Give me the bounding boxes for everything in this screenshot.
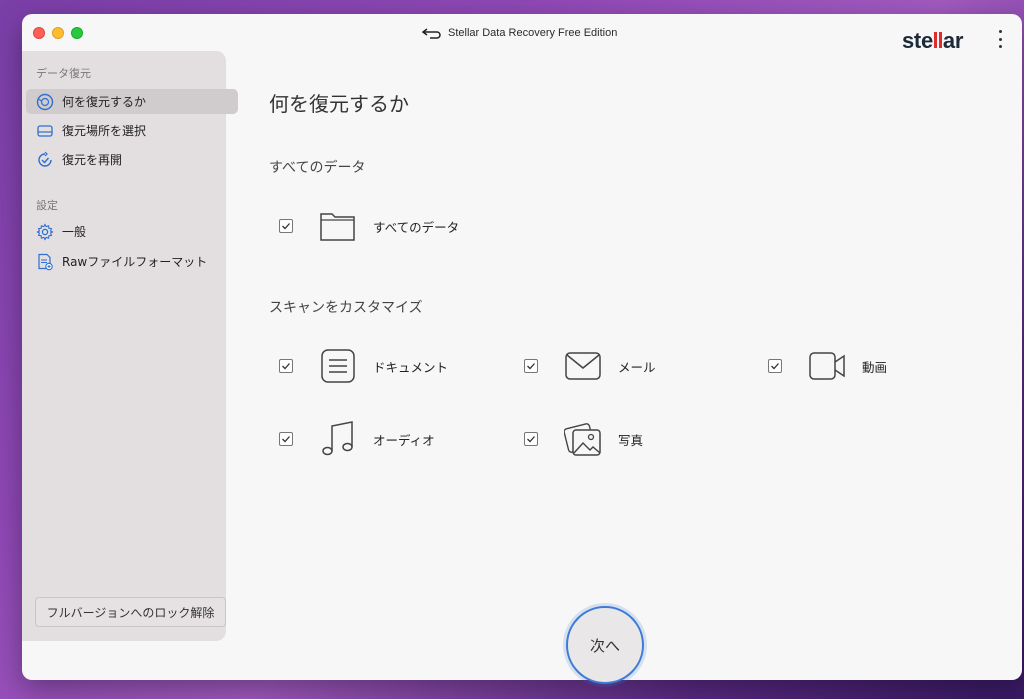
drive-icon bbox=[37, 124, 53, 137]
video-checkbox[interactable] bbox=[768, 359, 782, 373]
option-all-data[interactable]: すべてのデータ bbox=[279, 207, 459, 245]
sidebar-item-general[interactable]: 一般 bbox=[26, 219, 238, 244]
maximize-window-button[interactable] bbox=[71, 27, 83, 39]
sidebar-item-label: 一般 bbox=[62, 225, 87, 239]
window-title-text: Stellar Data Recovery Free Edition bbox=[448, 27, 618, 39]
sidebar: データ復元 何を復元するか 復元場所を選択 復元を再開 設定 一般 Rawファイ… bbox=[22, 51, 238, 641]
sidebar-item-select-location[interactable]: 復元場所を選択 bbox=[26, 118, 238, 143]
check-icon bbox=[771, 363, 779, 370]
gear-icon bbox=[36, 222, 54, 241]
all-data-section-title: すべてのデータ bbox=[269, 160, 366, 176]
option-label: オーディオ bbox=[373, 432, 435, 448]
next-button[interactable]: 次へ bbox=[566, 606, 644, 684]
sidebar-item-resume-recovery[interactable]: 復元を再開 bbox=[26, 147, 238, 172]
option-label: 動画 bbox=[862, 359, 888, 375]
sidebar-item-what-to-recover[interactable]: 何を復元するか bbox=[26, 89, 238, 114]
resume-icon bbox=[38, 151, 52, 167]
folder-icon bbox=[320, 213, 355, 241]
option-video[interactable]: 動画 bbox=[768, 347, 887, 385]
all-data-checkbox[interactable] bbox=[279, 219, 293, 233]
page-title: 何を復元するか bbox=[269, 92, 409, 116]
option-label: メール bbox=[618, 359, 656, 375]
minimize-window-button[interactable] bbox=[52, 27, 64, 39]
option-label: 写真 bbox=[618, 432, 644, 448]
app-window: Stellar Data Recovery Free Edition ste ar… bbox=[22, 14, 1022, 680]
sidebar-item-label: 復元場所を選択 bbox=[62, 124, 147, 138]
option-photo[interactable]: 写真 bbox=[524, 420, 643, 458]
audio-checkbox[interactable] bbox=[279, 432, 293, 446]
sidebar-section-settings: 設定 bbox=[36, 199, 58, 212]
document-icon bbox=[321, 349, 355, 383]
option-documents[interactable]: ドキュメント bbox=[279, 347, 448, 385]
sidebar-item-raw-file-format[interactable]: Rawファイルフォーマット bbox=[26, 249, 238, 274]
check-icon bbox=[527, 363, 535, 370]
sidebar-section-recovery: データ復元 bbox=[36, 67, 91, 80]
photo-checkbox[interactable] bbox=[524, 432, 538, 446]
option-mail[interactable]: メール bbox=[524, 347, 656, 385]
stellar-title-icon bbox=[422, 28, 441, 39]
option-label: ドキュメント bbox=[373, 359, 449, 375]
option-label: すべてのデータ bbox=[373, 219, 460, 235]
check-icon bbox=[282, 436, 290, 443]
sidebar-item-label: Rawファイルフォーマット bbox=[62, 255, 208, 269]
check-icon bbox=[282, 363, 290, 370]
check-icon bbox=[527, 436, 535, 443]
window-title: Stellar Data Recovery Free Edition bbox=[422, 25, 617, 41]
mail-icon bbox=[565, 352, 601, 380]
audio-icon bbox=[322, 421, 353, 456]
unlock-full-version-button[interactable]: フルバージョンへのロック解除 bbox=[35, 597, 226, 627]
more-menu-icon[interactable] bbox=[995, 30, 1005, 48]
sidebar-item-label: 復元を再開 bbox=[62, 153, 123, 167]
check-icon bbox=[282, 223, 290, 230]
stellar-logo: ste ar bbox=[902, 28, 964, 53]
video-icon bbox=[809, 352, 845, 380]
raw-file-icon bbox=[38, 253, 53, 270]
recover-target-icon bbox=[36, 93, 54, 110]
sidebar-item-label: 何を復元するか bbox=[62, 95, 147, 109]
customize-scan-section-title: スキャンをカスタマイズ bbox=[269, 300, 423, 316]
mail-checkbox[interactable] bbox=[524, 359, 538, 373]
photo-icon bbox=[564, 423, 601, 456]
documents-checkbox[interactable] bbox=[279, 359, 293, 373]
option-audio[interactable]: オーディオ bbox=[279, 420, 435, 458]
title-bar: Stellar Data Recovery Free Edition ste ar bbox=[22, 14, 1022, 53]
close-window-button[interactable] bbox=[33, 27, 45, 39]
